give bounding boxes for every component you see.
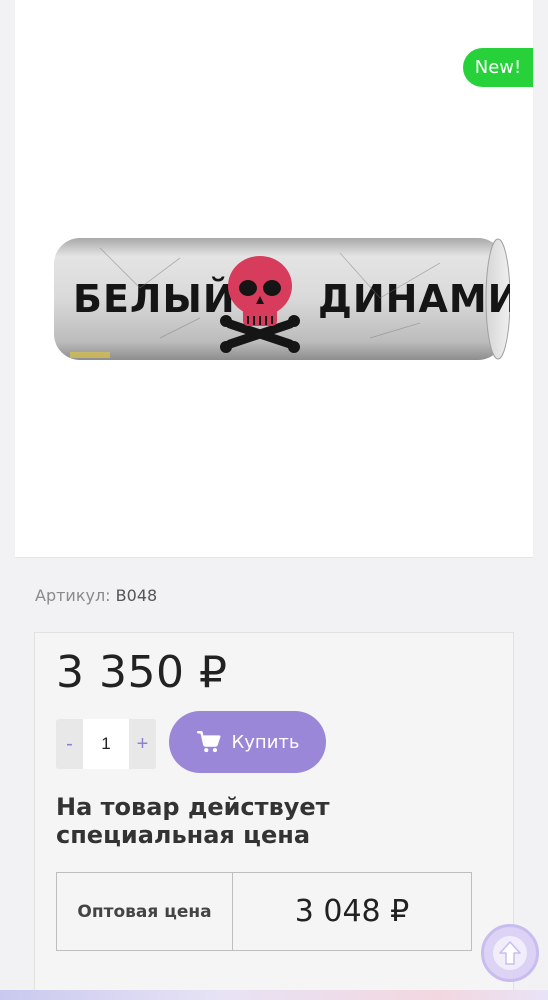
buy-button[interactable]: Купить [169, 711, 326, 773]
sku: Артикул: B048 [35, 586, 157, 605]
quantity-stepper: - 1 + [56, 719, 156, 769]
product-image[interactable]: БЕЛЫЙ ДИНАМИТ [40, 228, 510, 368]
product-price: 3 350 ₽ [56, 647, 228, 698]
product-print-word-1: БЕЛЫЙ [73, 277, 236, 321]
new-badge: New! [463, 48, 533, 87]
wholesale-price-value: 3 048 ₽ [294, 894, 410, 929]
buy-button-label: Купить [231, 731, 300, 753]
product-page: New! БЕЛЫЙ ДИНАМИТ [0, 0, 548, 1000]
special-price-heading: На товар действует специальная цена [56, 793, 330, 849]
quantity-increase-button[interactable]: + [129, 719, 156, 769]
price-block: 3 350 ₽ - 1 + Купить На товар действует … [34, 632, 514, 1000]
quantity-input[interactable]: 1 [83, 719, 129, 769]
bottom-edge [0, 990, 548, 1000]
sku-value: B048 [115, 586, 158, 605]
cart-icon [196, 731, 220, 753]
sku-label: Артикул: [35, 586, 111, 605]
quantity-decrease-button[interactable]: - [56, 719, 83, 769]
product-image-card: New! БЕЛЫЙ ДИНАМИТ [15, 0, 533, 558]
wholesale-price-table: Оптовая цена 3 048 ₽ [56, 872, 472, 951]
wholesale-price-label: Оптовая цена [57, 873, 233, 950]
product-print-word-2: ДИНАМИТ [318, 277, 510, 321]
arrow-up-icon [493, 936, 527, 970]
scroll-to-top-button[interactable] [481, 924, 539, 982]
